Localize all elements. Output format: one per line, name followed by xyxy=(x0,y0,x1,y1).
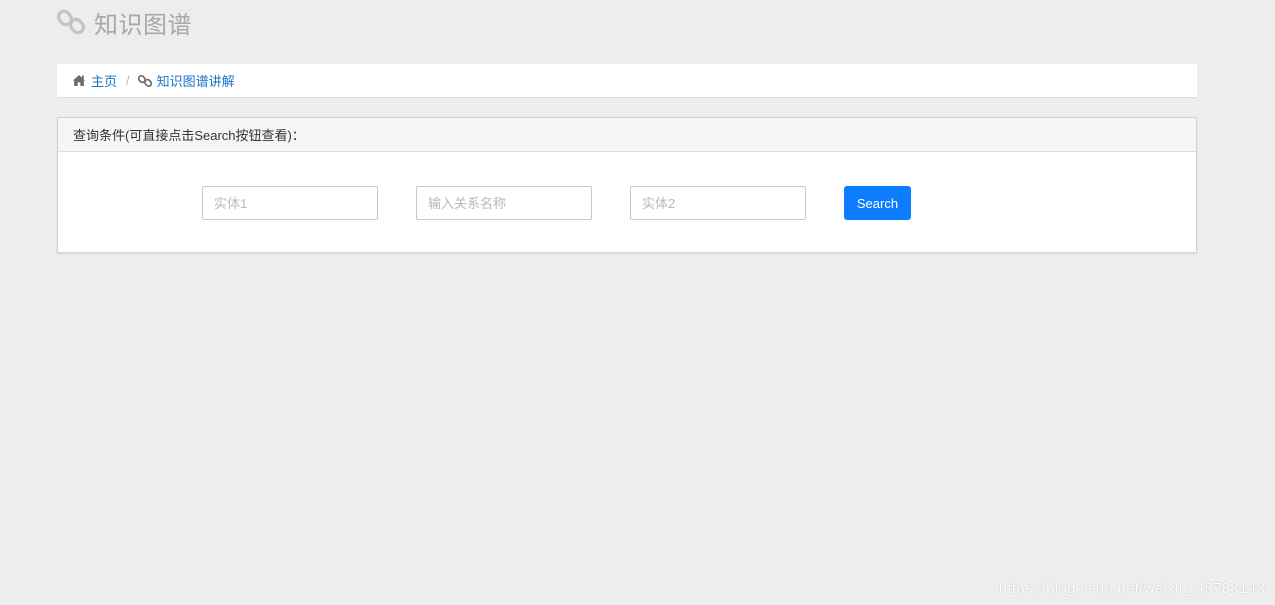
breadcrumb-label-knowledge-graph: 知识图谱讲解 xyxy=(156,74,235,89)
query-panel-heading: 查询条件(可直接点击Search按钮查看)： xyxy=(58,118,1196,152)
page: 知识图谱 主页 / 知识图谱讲解 查询条件(可直接点击Search按钮查看)： … xyxy=(0,0,1275,605)
relation-input[interactable] xyxy=(416,186,592,220)
page-title: 知识图谱 xyxy=(94,11,192,39)
breadcrumb: 主页 / 知识图谱讲解 xyxy=(57,64,1197,98)
link-icon xyxy=(57,8,85,36)
entity2-input[interactable] xyxy=(630,186,806,220)
breadcrumb-label-home: 主页 xyxy=(91,74,118,89)
query-panel: 查询条件(可直接点击Search按钮查看)： Search xyxy=(57,117,1197,253)
link-icon xyxy=(137,74,152,88)
home-icon xyxy=(72,74,86,88)
breadcrumb-item-knowledge-graph[interactable]: 知识图谱讲解 xyxy=(137,71,235,90)
page-header: 知识图谱 xyxy=(57,4,192,40)
watermark: https://blog.csdn.net/weixin_43788143 xyxy=(998,580,1265,597)
breadcrumb-separator: / xyxy=(126,73,130,88)
query-panel-body: Search xyxy=(58,152,1196,252)
breadcrumb-item-home[interactable]: 主页 xyxy=(72,71,117,90)
entity1-input[interactable] xyxy=(202,186,378,220)
search-button[interactable]: Search xyxy=(844,186,911,220)
